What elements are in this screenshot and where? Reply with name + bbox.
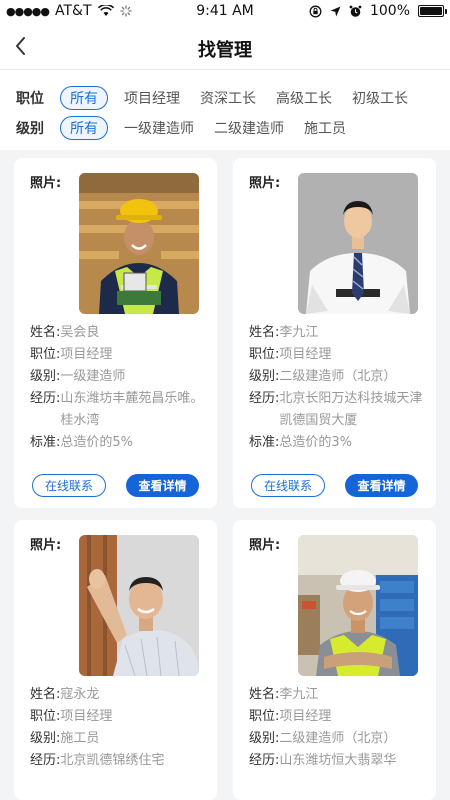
photo-label: 照片: (30, 538, 62, 553)
manager-info: 姓名: 寇永龙 职位: 项目经理 级别: 施工员 经历: 北京凯德锦绣住宅 (30, 684, 210, 772)
level-key: 级别: (30, 731, 61, 746)
manager-standard: 总造价的5% (60, 435, 134, 450)
experience-key: 经历: (249, 391, 280, 406)
level-chip-first-class-constructor[interactable]: 一级建造师 (120, 116, 198, 140)
view-details-button[interactable]: 查看详情 (126, 474, 199, 497)
online-contact-button[interactable]: 在线联系 (32, 474, 106, 497)
manager-level: 施工员 (60, 731, 100, 746)
manager-experience: 山东潍坊恒大翡翠华 (279, 753, 397, 768)
manager-position: 项目经理 (60, 347, 113, 362)
manager-photo (79, 535, 199, 676)
manager-level: 一级建造师 (60, 369, 126, 384)
nav-bar: 找管理 (0, 24, 450, 70)
manager-photo (79, 173, 199, 314)
manager-experience: 北京凯德锦绣住宅 (60, 753, 165, 768)
photo-label: 照片: (249, 176, 281, 191)
name-key: 姓名: (30, 325, 61, 340)
manager-position: 项目经理 (60, 709, 113, 724)
name-key: 姓名: (249, 325, 280, 340)
page-title: 找管理 (198, 40, 252, 61)
status-bar: ●●●●● AT&T 9:41 AM 100% (0, 0, 450, 24)
position-filter-label: 职位 (16, 91, 44, 107)
position-chip-junior-foreman[interactable]: 初级工长 (348, 86, 412, 110)
photo-label: 照片: (249, 538, 281, 553)
position-chip-advanced-foreman[interactable]: 高级工长 (272, 86, 336, 110)
level-key: 级别: (30, 369, 61, 384)
experience-key: 经历: (30, 391, 61, 406)
manager-info: 姓名: 吴会良 职位: 项目经理 级别: 一级建造师 经历: 山东潍坊丰麓苑昌乐唯。桂水… (30, 322, 210, 454)
online-contact-button[interactable]: 在线联系 (251, 474, 325, 497)
manager-card[interactable]: 照片: 姓名: 寇永龙 职位: 项目经理 级别: 施工员 经历: 北京凯德锦绣住宅 (14, 520, 217, 800)
level-filter-label: 级别 (16, 121, 44, 137)
name-key: 姓名: (30, 687, 61, 702)
manager-name: 李九江 (279, 325, 319, 340)
position-chip-project-manager[interactable]: 项目经理 (120, 86, 184, 110)
filter-panel: 职位 所有 项目经理 资深工长 高级工长 初级工长 级别 所有 一级建造师 二级… (0, 70, 450, 150)
manager-level: 二级建造师（北京） (279, 731, 397, 746)
view-details-button[interactable]: 查看详情 (345, 474, 418, 497)
name-key: 姓名: (249, 687, 280, 702)
standard-key: 标准: (249, 435, 280, 450)
level-filter-row: 级别 所有 一级建造师 二级建造师 施工员 (16, 116, 350, 140)
position-chip-all[interactable]: 所有 (60, 86, 108, 110)
level-key: 级别: (249, 369, 280, 384)
level-chip-second-class-constructor[interactable]: 二级建造师 (210, 116, 288, 140)
position-chip-senior-foreman[interactable]: 资深工长 (196, 86, 260, 110)
manager-level: 二级建造师（北京） (279, 369, 397, 384)
level-chip-site-worker[interactable]: 施工员 (300, 116, 350, 140)
position-key: 职位: (30, 709, 61, 724)
orientation-lock-icon (309, 5, 322, 17)
manager-card[interactable]: 照片: 姓名: 吴会良 职位: 项目经理 级别: 一级建造师 经历: 山东潍坊丰麓苑昌乐… (14, 158, 217, 508)
position-key: 职位: (249, 347, 280, 362)
manager-name: 吴会良 (60, 325, 100, 340)
level-key: 级别: (249, 731, 280, 746)
manager-info: 姓名: 李九江 职位: 项目经理 级别: 二级建造师（北京） 经历: 山东潍坊恒大翡翠华 (249, 684, 429, 772)
manager-card[interactable]: 照片: 姓名: 李九江 职位: 项目经理 级别: 二级建造师（北京） 经历: 山东潍坊恒… (233, 520, 436, 800)
manager-name: 寇永龙 (60, 687, 100, 702)
battery-icon (418, 5, 447, 17)
position-key: 职位: (249, 709, 280, 724)
photo-label: 照片: (30, 176, 62, 191)
manager-photo (298, 173, 418, 314)
level-chip-all[interactable]: 所有 (60, 116, 108, 140)
manager-info: 姓名: 李九江 职位: 项目经理 级别: 二级建造师（北京） 经历: 北京长阳万达科技城… (249, 322, 429, 454)
manager-experience: 山东潍坊丰麓苑昌乐唯。桂水湾 (60, 391, 204, 428)
manager-name: 李九江 (279, 687, 319, 702)
position-key: 职位: (30, 347, 61, 362)
alarm-icon (349, 5, 362, 17)
position-filter-row: 职位 所有 项目经理 资深工长 高级工长 初级工长 (16, 86, 412, 110)
experience-key: 经历: (249, 753, 280, 768)
experience-key: 经历: (30, 753, 61, 768)
manager-photo (298, 535, 418, 676)
location-icon (330, 6, 341, 16)
battery-percent: 100% (369, 3, 410, 19)
manager-position: 项目经理 (279, 709, 332, 724)
manager-experience: 北京长阳万达科技城天津凯德国贸大厦 (279, 391, 423, 428)
manager-standard: 总造价的3% (279, 435, 353, 450)
manager-card[interactable]: 照片: 姓名: 李九江 职位: 项目经理 级别: 二级建造师（北京） 经历: 北京长阳万… (233, 158, 436, 508)
manager-position: 项目经理 (279, 347, 332, 362)
standard-key: 标准: (30, 435, 61, 450)
